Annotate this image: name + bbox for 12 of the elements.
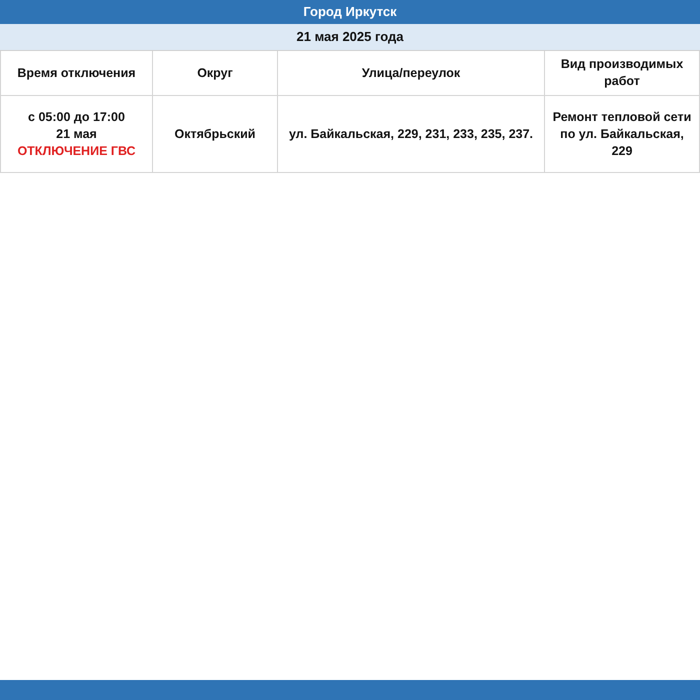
table-cell: Октябрьский	[153, 96, 278, 173]
table-cell: Ремонт тепловой сети по ул. Байкальская, 229	[545, 96, 700, 173]
time-text: с 05:00 до 17:00	[28, 108, 125, 126]
alert-text: ОТКЛЮЧЕНИЕ ГВС	[17, 142, 136, 160]
time-text: 21 мая	[56, 126, 97, 142]
column-header: Улица/переулок	[278, 51, 545, 96]
page-title: Город Иркутск	[0, 0, 700, 24]
column-header: Время отключения	[0, 51, 153, 96]
table-cell: ул. Байкальская, 229, 231, 233, 235, 237.	[278, 96, 545, 173]
column-header: Вид производимых работ	[545, 51, 700, 96]
date-band: 21 мая 2025 года	[0, 24, 700, 51]
column-header: Округ	[153, 51, 278, 96]
